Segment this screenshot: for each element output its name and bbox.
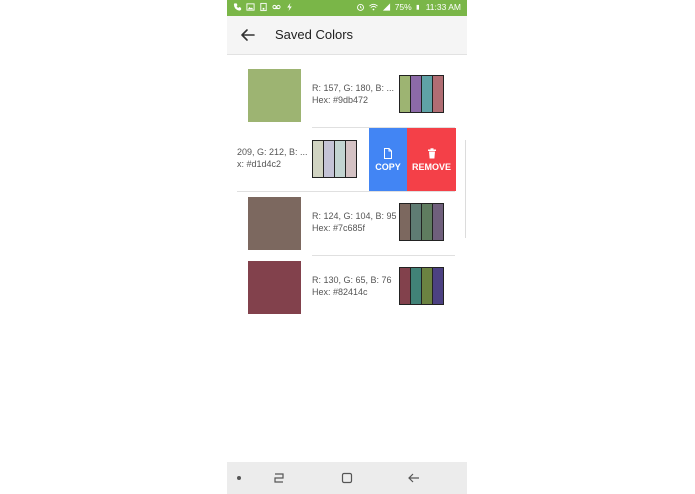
palette-color — [411, 268, 422, 304]
recent-apps-icon[interactable] — [272, 471, 286, 485]
palette-color — [422, 76, 433, 112]
color-palette — [399, 267, 444, 305]
palette-color — [433, 76, 443, 112]
image-icon — [246, 3, 255, 11]
system-nav-bar — [227, 462, 467, 494]
color-palette — [399, 75, 444, 113]
palette-color — [411, 204, 422, 240]
status-bar: 75% 11:33 AM — [227, 0, 467, 16]
saved-color-row[interactable]: R: 130, G: 65, B: 76 Hex: #82414c — [227, 254, 467, 316]
saved-color-row[interactable]: R: 124, G: 104, B: 95 Hex: #7c685f — [227, 190, 467, 252]
remove-button[interactable]: REMOVE — [407, 128, 456, 191]
trash-icon — [427, 147, 436, 158]
rgb-text: R: 130, G: 65, B: 76 — [312, 275, 392, 285]
palette-color — [400, 268, 411, 304]
copy-label: COPY — [375, 161, 401, 172]
rgb-text: R: 157, G: 180, B: ... — [312, 83, 395, 93]
rgb-text: R: 124, G: 104, B: 95 — [312, 211, 397, 221]
arrow-back-icon[interactable] — [239, 26, 257, 44]
palette-color — [400, 76, 411, 112]
color-palette — [312, 140, 357, 178]
color-swatch — [248, 197, 301, 250]
clock: 11:33 AM — [425, 2, 461, 12]
voicemail-icon — [272, 4, 281, 10]
hex-text: Hex: #82414c — [312, 287, 368, 297]
flash-icon — [287, 2, 292, 12]
palette-color — [411, 76, 422, 112]
palette-color — [422, 268, 433, 304]
palette-color — [422, 204, 433, 240]
saved-color-row[interactable]: R: 157, G: 180, B: ... Hex: #9db472 — [227, 62, 467, 124]
hex-text: x: #d1d4c2 — [237, 159, 282, 169]
rgb-text: 209, G: 212, B: ... — [237, 147, 308, 157]
color-swatch — [248, 261, 301, 314]
file-icon — [384, 147, 392, 159]
wifi-icon — [368, 3, 378, 11]
alarm-icon — [356, 4, 364, 11]
palette-color — [313, 141, 324, 177]
signal-icon — [382, 3, 390, 11]
app-bar: Saved Colors — [227, 16, 467, 55]
hex-text: Hex: #7c685f — [312, 223, 366, 233]
nav-back-icon[interactable] — [407, 471, 421, 485]
phone-icon — [233, 3, 242, 11]
battery-level: 75% — [394, 2, 412, 12]
nav-dot-indicator — [237, 476, 241, 480]
palette-color — [346, 141, 356, 177]
page-title: Saved Colors — [275, 27, 354, 42]
palette-color — [335, 141, 346, 177]
palette-color — [433, 204, 443, 240]
palette-color — [324, 141, 335, 177]
remove-label: REMOVE — [411, 161, 451, 172]
copy-button[interactable]: COPY — [369, 128, 407, 191]
status-bar-system: 75% 11:33 AM — [356, 2, 461, 12]
phone-screen: 75% 11:33 AM Saved Colors R: 157, G: 180… — [227, 0, 467, 494]
status-bar-notifications — [233, 2, 294, 12]
device-icon — [260, 2, 267, 12]
home-icon[interactable] — [340, 471, 354, 485]
palette-color — [433, 268, 443, 304]
color-swatch — [248, 69, 301, 122]
hex-text: Hex: #9db472 — [312, 95, 369, 105]
color-palette — [399, 203, 444, 241]
palette-color — [400, 204, 411, 240]
battery-icon — [416, 4, 419, 10]
